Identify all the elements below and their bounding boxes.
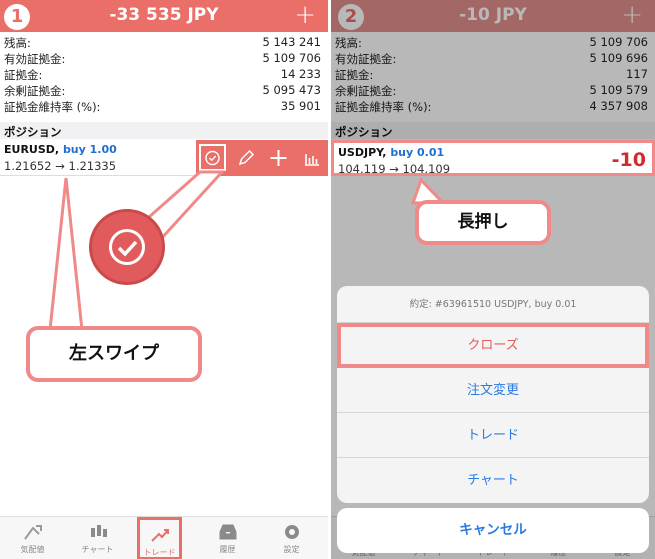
gear-icon bbox=[284, 525, 299, 539]
close-icon-magnified bbox=[92, 212, 162, 282]
action-sheet: 約定: #63961510 USDJPY, buy 0.01 クローズ 注文変更… bbox=[337, 286, 649, 503]
order-info: 約定: #63961510 USDJPY, buy 0.01 bbox=[337, 286, 649, 323]
right-panel: 2 -10 JPY + 残高: 5 109 706 有効証拠金: 5 109 696… bbox=[331, 0, 655, 559]
tab-settings[interactable]: 設定 bbox=[259, 517, 324, 559]
tab-trade[interactable]: トレード bbox=[137, 517, 182, 559]
left-panel: 1 -33 535 JPY + 残高: 5 143 241 有効証拠金: 5 109… bbox=[0, 0, 328, 559]
check-icon bbox=[117, 240, 138, 257]
swipe-callout: 左スワイプ bbox=[26, 326, 202, 382]
long-press-callout: 長押し bbox=[415, 200, 551, 245]
inbox-icon bbox=[219, 524, 236, 540]
tab-history[interactable]: 履歴 bbox=[195, 517, 260, 559]
close-position-option[interactable]: クローズ bbox=[337, 323, 649, 368]
quotes-icon bbox=[23, 525, 42, 540]
tab-bar: 気配値 チャート トレード 履歴 設定 bbox=[0, 516, 328, 559]
cancel-button[interactable]: キャンセル bbox=[337, 508, 649, 553]
trade-option[interactable]: トレード bbox=[337, 413, 649, 458]
modify-order-option[interactable]: 注文変更 bbox=[337, 368, 649, 413]
tab-chart[interactable]: チャート bbox=[65, 517, 130, 559]
tab-quotes[interactable]: 気配値 bbox=[0, 517, 65, 559]
trade-icon bbox=[150, 529, 169, 542]
chart-icon bbox=[90, 525, 107, 537]
chart-option[interactable]: チャート bbox=[337, 458, 649, 503]
